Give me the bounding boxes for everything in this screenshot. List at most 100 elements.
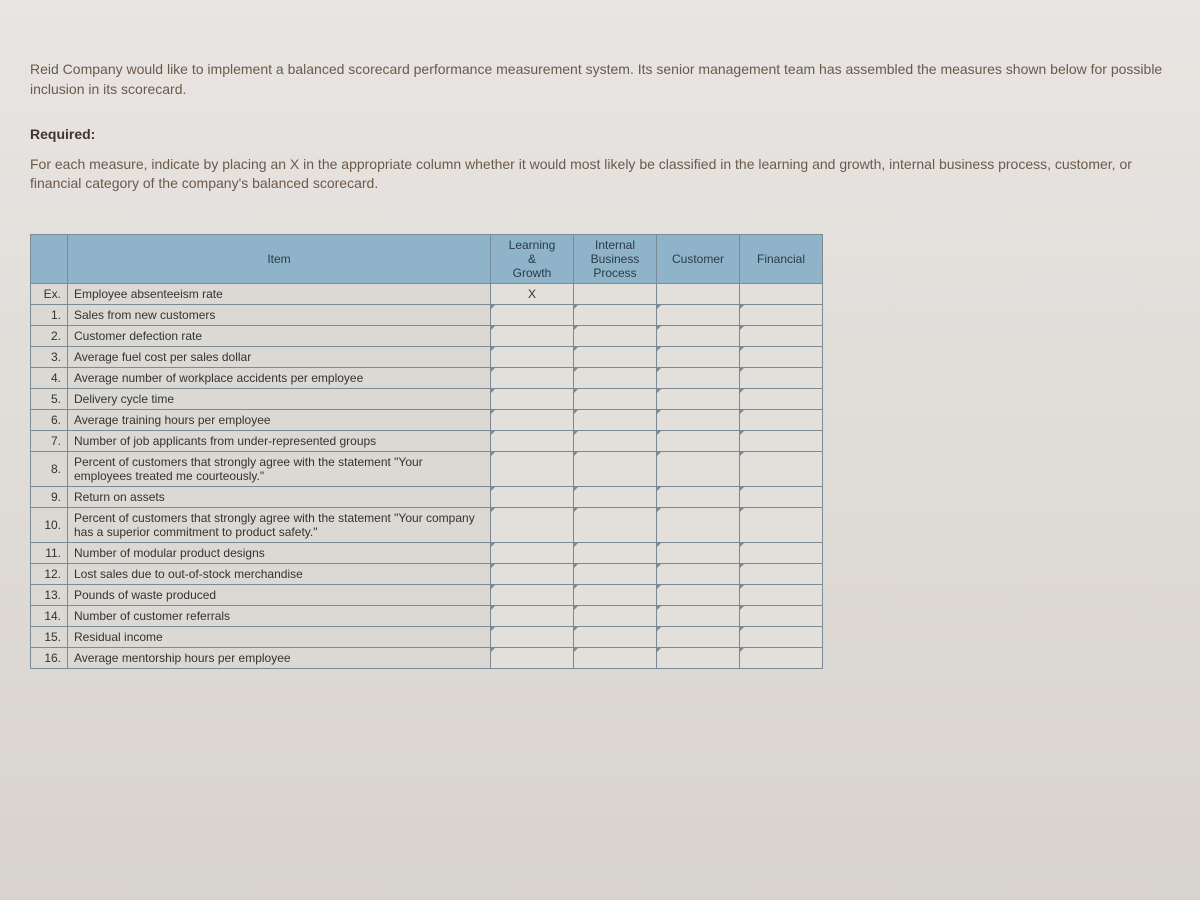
table-row: 14.Number of customer referrals xyxy=(31,605,823,626)
cell-financial xyxy=(740,283,823,304)
cell-learning[interactable] xyxy=(491,346,574,367)
cell-customer[interactable] xyxy=(657,486,740,507)
cell-financial[interactable] xyxy=(740,507,823,542)
table-row: 16.Average mentorship hours per employee xyxy=(31,647,823,668)
cell-learning[interactable] xyxy=(491,325,574,346)
cell-ibp[interactable] xyxy=(574,304,657,325)
cell-ibp[interactable] xyxy=(574,647,657,668)
cell-ibp[interactable] xyxy=(574,325,657,346)
required-text: For each measure, indicate by placing an… xyxy=(30,155,1170,194)
cell-financial[interactable] xyxy=(740,367,823,388)
cell-customer[interactable] xyxy=(657,542,740,563)
row-number: 15. xyxy=(31,626,68,647)
cell-financial[interactable] xyxy=(740,451,823,486)
row-item: Sales from new customers xyxy=(68,304,491,325)
cell-financial[interactable] xyxy=(740,542,823,563)
cell-ibp[interactable] xyxy=(574,626,657,647)
cell-learning[interactable] xyxy=(491,626,574,647)
table-row: Ex.Employee absenteeism rateX xyxy=(31,283,823,304)
scorecard-table: Item Learning&Growth InternalBusinessPro… xyxy=(30,234,823,669)
header-item: Item xyxy=(68,234,491,283)
row-number: 3. xyxy=(31,346,68,367)
cell-ibp[interactable] xyxy=(574,563,657,584)
cell-customer[interactable] xyxy=(657,367,740,388)
cell-customer[interactable] xyxy=(657,605,740,626)
cell-customer[interactable] xyxy=(657,430,740,451)
table-row: 8.Percent of customers that strongly agr… xyxy=(31,451,823,486)
row-number: 11. xyxy=(31,542,68,563)
header-learning-growth: Learning&Growth xyxy=(491,234,574,283)
cell-financial[interactable] xyxy=(740,486,823,507)
cell-ibp[interactable] xyxy=(574,605,657,626)
cell-financial[interactable] xyxy=(740,430,823,451)
table-row: 15.Residual income xyxy=(31,626,823,647)
table-row: 3.Average fuel cost per sales dollar xyxy=(31,346,823,367)
cell-customer[interactable] xyxy=(657,304,740,325)
cell-learning[interactable] xyxy=(491,367,574,388)
table-row: 13.Pounds of waste produced xyxy=(31,584,823,605)
header-blank-num xyxy=(31,234,68,283)
cell-customer[interactable] xyxy=(657,409,740,430)
cell-financial[interactable] xyxy=(740,626,823,647)
cell-ibp[interactable] xyxy=(574,507,657,542)
cell-financial[interactable] xyxy=(740,563,823,584)
cell-learning[interactable] xyxy=(491,563,574,584)
header-customer: Customer xyxy=(657,234,740,283)
cell-customer[interactable] xyxy=(657,563,740,584)
cell-ibp[interactable] xyxy=(574,346,657,367)
header-financial: Financial xyxy=(740,234,823,283)
cell-customer[interactable] xyxy=(657,346,740,367)
cell-learning[interactable] xyxy=(491,304,574,325)
row-item: Delivery cycle time xyxy=(68,388,491,409)
row-number: 10. xyxy=(31,507,68,542)
cell-customer[interactable] xyxy=(657,507,740,542)
cell-financial[interactable] xyxy=(740,325,823,346)
cell-financial[interactable] xyxy=(740,584,823,605)
cell-learning[interactable] xyxy=(491,647,574,668)
row-item: Return on assets xyxy=(68,486,491,507)
cell-financial[interactable] xyxy=(740,346,823,367)
table-row: 12.Lost sales due to out-of-stock mercha… xyxy=(31,563,823,584)
row-item: Average number of workplace accidents pe… xyxy=(68,367,491,388)
cell-customer[interactable] xyxy=(657,388,740,409)
cell-ibp[interactable] xyxy=(574,542,657,563)
cell-customer xyxy=(657,283,740,304)
cell-ibp[interactable] xyxy=(574,486,657,507)
cell-financial[interactable] xyxy=(740,409,823,430)
cell-learning[interactable] xyxy=(491,542,574,563)
cell-learning[interactable] xyxy=(491,430,574,451)
intro-text: Reid Company would like to implement a b… xyxy=(30,60,1170,99)
cell-learning[interactable] xyxy=(491,388,574,409)
row-item: Average mentorship hours per employee xyxy=(68,647,491,668)
table-row: 9.Return on assets xyxy=(31,486,823,507)
cell-customer[interactable] xyxy=(657,647,740,668)
cell-customer[interactable] xyxy=(657,584,740,605)
row-number: 4. xyxy=(31,367,68,388)
cell-ibp[interactable] xyxy=(574,584,657,605)
cell-customer[interactable] xyxy=(657,626,740,647)
row-item: Number of modular product designs xyxy=(68,542,491,563)
cell-financial[interactable] xyxy=(740,304,823,325)
row-number: 8. xyxy=(31,451,68,486)
cell-learning[interactable] xyxy=(491,605,574,626)
cell-financial[interactable] xyxy=(740,388,823,409)
row-number: 12. xyxy=(31,563,68,584)
row-item: Percent of customers that strongly agree… xyxy=(68,451,491,486)
row-number: 9. xyxy=(31,486,68,507)
cell-customer[interactable] xyxy=(657,451,740,486)
cell-ibp[interactable] xyxy=(574,388,657,409)
cell-financial[interactable] xyxy=(740,605,823,626)
row-number: 1. xyxy=(31,304,68,325)
cell-learning[interactable] xyxy=(491,409,574,430)
cell-ibp[interactable] xyxy=(574,409,657,430)
cell-ibp[interactable] xyxy=(574,430,657,451)
cell-learning[interactable] xyxy=(491,451,574,486)
cell-learning[interactable] xyxy=(491,507,574,542)
table-row: 1.Sales from new customers xyxy=(31,304,823,325)
cell-ibp[interactable] xyxy=(574,451,657,486)
cell-customer[interactable] xyxy=(657,325,740,346)
cell-ibp[interactable] xyxy=(574,367,657,388)
cell-financial[interactable] xyxy=(740,647,823,668)
cell-learning[interactable] xyxy=(491,486,574,507)
cell-learning[interactable] xyxy=(491,584,574,605)
